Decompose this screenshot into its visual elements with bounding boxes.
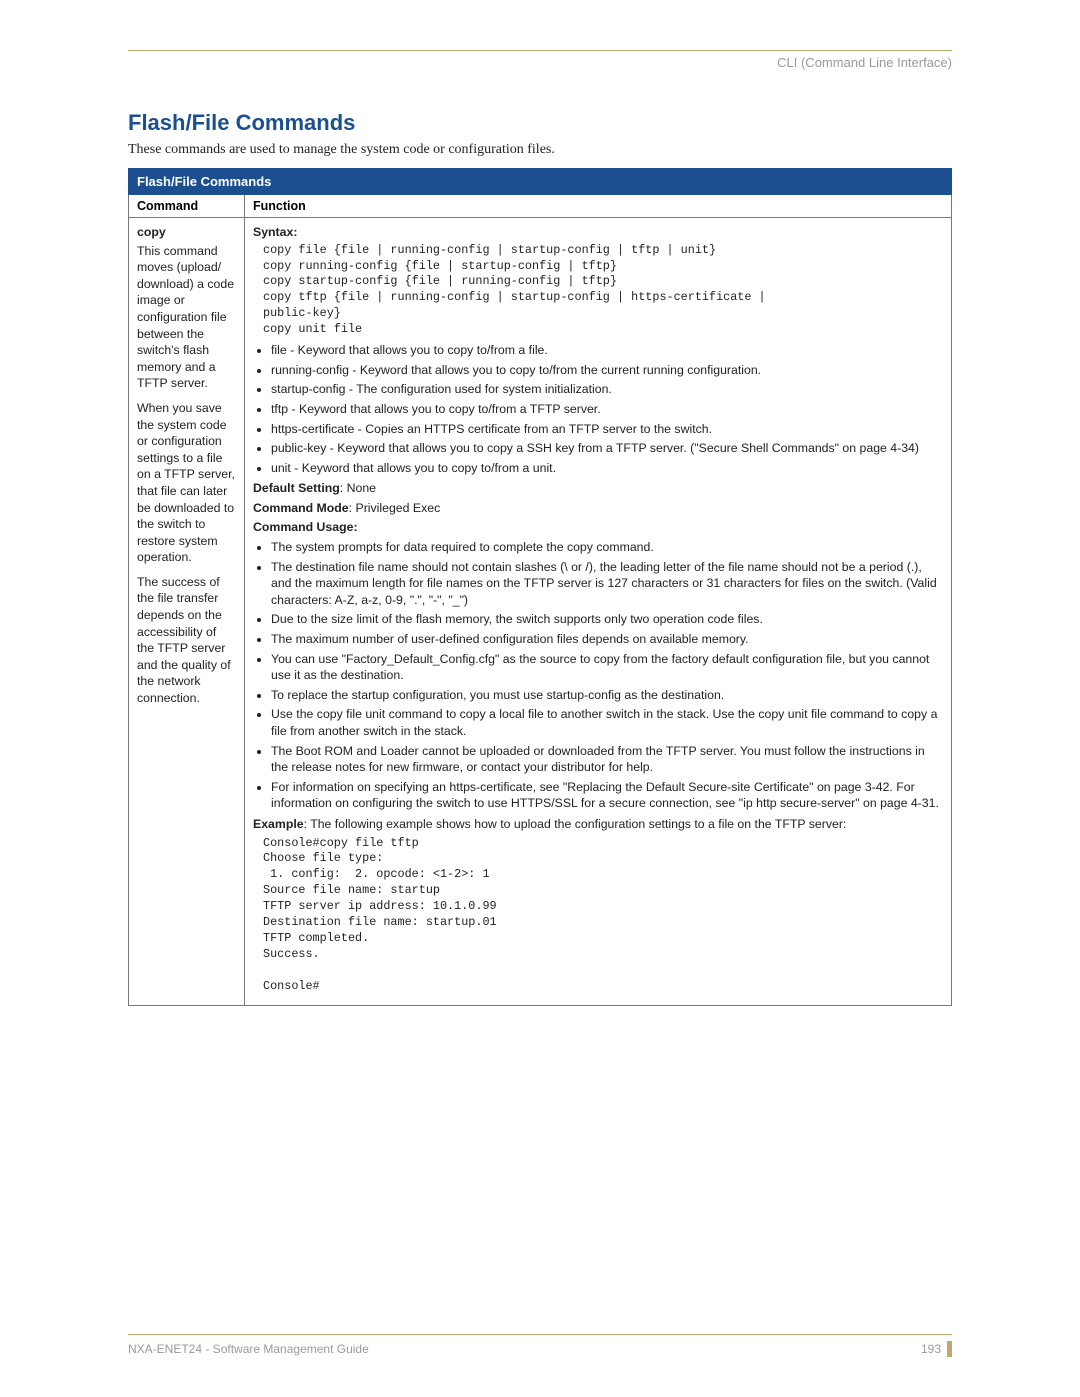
- example-block: Console#copy file tftp Choose file type:…: [263, 836, 943, 995]
- usage-list: The system prompts for data required to …: [253, 539, 943, 812]
- col-function-header: Function: [245, 195, 952, 218]
- command-desc-p1: This command moves (upload/ download) a …: [137, 243, 236, 392]
- section-title: Flash/File Commands: [128, 110, 952, 136]
- list-item: startup-config - The configuration used …: [271, 381, 943, 398]
- command-usage-label: Command Usage:: [253, 519, 943, 536]
- list-item: You can use "Factory_Default_Config.cfg"…: [271, 651, 943, 684]
- page-content: CLI (Command Line Interface) Flash/File …: [0, 0, 1080, 1397]
- top-rule: [128, 50, 952, 51]
- list-item: The Boot ROM and Loader cannot be upload…: [271, 743, 943, 776]
- intro-text: These commands are used to manage the sy…: [128, 142, 952, 158]
- list-item: file - Keyword that allows you to copy t…: [271, 342, 943, 359]
- list-item: Use the copy file unit command to copy a…: [271, 706, 943, 739]
- page-number: 193: [921, 1341, 952, 1357]
- function-cell: Syntax: copy file {file | running-config…: [245, 218, 952, 1006]
- list-item: To replace the startup configuration, yo…: [271, 687, 943, 704]
- default-setting: Default Setting: None: [253, 480, 943, 497]
- list-item: The maximum number of user-defined confi…: [271, 631, 943, 648]
- breadcrumb: CLI (Command Line Interface): [128, 55, 952, 70]
- command-description: This command moves (upload/ download) a …: [137, 243, 236, 707]
- command-desc-p2: When you save the system code or configu…: [137, 400, 236, 566]
- syntax-block: copy file {file | running-config | start…: [263, 243, 943, 339]
- keyword-list: file - Keyword that allows you to copy t…: [253, 342, 943, 476]
- list-item: The system prompts for data required to …: [271, 539, 943, 556]
- col-command-header: Command: [129, 195, 245, 218]
- list-item: running-config - Keyword that allows you…: [271, 362, 943, 379]
- page-footer: NXA-ENET24 - Software Management Guide 1…: [128, 1334, 952, 1357]
- list-item: https-certificate - Copies an HTTPS cert…: [271, 421, 943, 438]
- command-mode: Command Mode: Privileged Exec: [253, 500, 943, 517]
- list-item: For information on specifying an https-c…: [271, 779, 943, 812]
- page-bar-icon: [947, 1341, 952, 1357]
- list-item: public-key - Keyword that allows you to …: [271, 440, 943, 457]
- table-title-row: Flash/File Commands: [129, 169, 952, 195]
- footer-left: NXA-ENET24 - Software Management Guide: [128, 1342, 369, 1356]
- command-desc-p3: The success of the file transfer depends…: [137, 574, 236, 707]
- commands-table: Flash/File Commands Command Function cop…: [128, 168, 952, 1006]
- command-cell: copy This command moves (upload/ downloa…: [129, 218, 245, 1006]
- syntax-label: Syntax:: [253, 225, 297, 239]
- table-header-row: Command Function: [129, 195, 952, 218]
- list-item: The destination file name should not con…: [271, 559, 943, 609]
- example-line: Example: The following example shows how…: [253, 816, 943, 833]
- table-row: copy This command moves (upload/ downloa…: [129, 218, 952, 1006]
- command-name: copy: [137, 224, 236, 241]
- list-item: unit - Keyword that allows you to copy t…: [271, 460, 943, 477]
- table-title: Flash/File Commands: [129, 169, 952, 195]
- list-item: tftp - Keyword that allows you to copy t…: [271, 401, 943, 418]
- list-item: Due to the size limit of the flash memor…: [271, 611, 943, 628]
